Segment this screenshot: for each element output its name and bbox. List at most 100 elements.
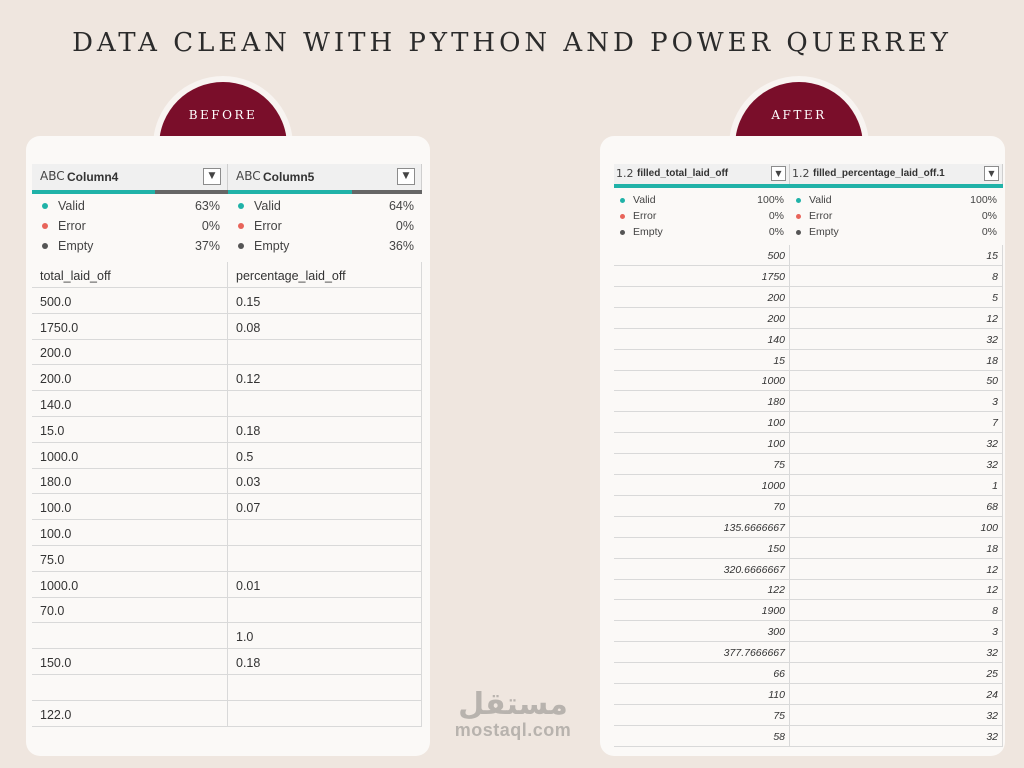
table-cell[interactable] — [228, 339, 422, 366]
table-cell[interactable]: 18 — [790, 349, 1003, 371]
table-cell[interactable]: 1000.0 — [32, 571, 228, 598]
table-cell[interactable]: 32 — [790, 328, 1003, 350]
table-cell[interactable]: 3 — [790, 621, 1003, 643]
filter-dropdown-icon[interactable]: ▼ — [397, 168, 415, 185]
table-cell[interactable]: 377.7666667 — [614, 642, 790, 664]
table-cell[interactable]: 200 — [614, 286, 790, 308]
table-cell[interactable]: 12 — [790, 307, 1003, 329]
stat-value: 100% — [757, 194, 784, 206]
table-cell[interactable]: 1000 — [614, 474, 790, 496]
table-cell[interactable]: 8 — [790, 265, 1003, 287]
table-cell[interactable]: 122.0 — [32, 700, 228, 727]
table-cell[interactable]: 100.0 — [32, 520, 228, 546]
table-cell[interactable]: 32 — [790, 725, 1003, 747]
table-cell[interactable]: 75 — [614, 454, 790, 475]
table-cell[interactable] — [32, 674, 228, 701]
table-cell[interactable]: 180 — [614, 391, 790, 413]
table-cell[interactable]: 100.0 — [32, 494, 228, 521]
filter-dropdown-icon[interactable]: ▼ — [203, 168, 221, 185]
table-cell[interactable]: 200.0 — [32, 339, 228, 366]
table-cell[interactable]: 75 — [614, 704, 790, 726]
filter-dropdown-icon[interactable]: ▼ — [771, 166, 786, 181]
table-cell[interactable]: 50 — [790, 370, 1003, 392]
table-cell[interactable] — [228, 597, 422, 624]
header-value-cell[interactable]: total_laid_off — [32, 262, 228, 288]
stat-row-valid: Valid 100% — [790, 193, 1003, 209]
filter-dropdown-icon[interactable]: ▼ — [984, 166, 999, 181]
stat-value: 0% — [981, 226, 997, 238]
table-cell[interactable]: 70 — [614, 495, 790, 517]
table-cell[interactable]: 24 — [790, 683, 1003, 705]
table-cell[interactable] — [228, 545, 422, 572]
table-cell[interactable]: 15.0 — [32, 416, 228, 443]
table-cell[interactable]: 0.18 — [228, 649, 422, 675]
table-cell[interactable]: 32 — [790, 433, 1003, 455]
table-cell[interactable]: 0.07 — [228, 494, 422, 521]
table-cell[interactable]: 500.0 — [32, 287, 228, 314]
table-cell[interactable]: 15 — [790, 245, 1003, 266]
table-cell[interactable]: 75.0 — [32, 545, 228, 572]
valid-dot-icon — [42, 203, 48, 209]
table-cell[interactable]: 68 — [790, 495, 1003, 517]
table-cell[interactable]: 3 — [790, 391, 1003, 413]
table-cell[interactable]: 100 — [614, 433, 790, 455]
table-cell[interactable]: 8 — [790, 600, 1003, 622]
table-cell[interactable]: 122 — [614, 579, 790, 601]
table-cell[interactable] — [228, 700, 422, 727]
table-cell[interactable]: 7 — [790, 412, 1003, 434]
column-header-column5[interactable]: ABC Column5 ▼ — [228, 164, 422, 190]
table-cell[interactable]: 1 — [790, 474, 1003, 496]
table-cell[interactable]: 0.15 — [228, 287, 422, 314]
empty-bar — [352, 190, 422, 194]
table-cell[interactable] — [228, 520, 422, 546]
table-cell[interactable]: 32 — [790, 642, 1003, 664]
table-cell[interactable]: 1000 — [614, 370, 790, 392]
table-cell[interactable]: 0.08 — [228, 313, 422, 340]
table-cell[interactable]: 320.6666667 — [614, 558, 790, 580]
table-cell[interactable]: 25 — [790, 663, 1003, 684]
table-cell[interactable]: 200.0 — [32, 365, 228, 392]
table-cell[interactable]: 100 — [614, 412, 790, 434]
table-cell[interactable]: 110 — [614, 683, 790, 705]
table-cell[interactable]: 140 — [614, 328, 790, 350]
table-cell[interactable]: 150 — [614, 537, 790, 559]
table-cell[interactable]: 140.0 — [32, 391, 228, 417]
page-title: DATA CLEAN WITH PYTHON AND POWER QUERREY — [72, 28, 952, 58]
table-cell[interactable]: 500 — [614, 245, 790, 266]
column-header-filled-total-laid-off[interactable]: 1.2 filled_total_laid_off ▼ — [614, 164, 790, 184]
table-cell[interactable]: 1750.0 — [32, 313, 228, 340]
table-cell[interactable]: 0.01 — [228, 571, 422, 598]
table-cell[interactable]: 12 — [790, 558, 1003, 580]
table-cell[interactable]: 0.5 — [228, 442, 422, 469]
table-cell[interactable]: 135.6666667 — [614, 516, 790, 538]
table-cell[interactable]: 1750 — [614, 265, 790, 287]
table-cell[interactable]: 0.03 — [228, 468, 422, 495]
table-cell[interactable]: 300 — [614, 621, 790, 643]
table-cell[interactable]: 200 — [614, 307, 790, 329]
table-cell[interactable]: 5 — [790, 286, 1003, 308]
table-cell[interactable]: 150.0 — [32, 649, 228, 675]
column-header-filled-percentage-laid-off-1[interactable]: 1.2 filled_percentage_laid_off.1 ▼ — [790, 164, 1003, 184]
table-cell[interactable]: 70.0 — [32, 597, 228, 624]
table-cell[interactable]: 1.0 — [228, 623, 422, 650]
table-cell[interactable] — [228, 674, 422, 701]
table-cell[interactable]: 1900 — [614, 600, 790, 622]
stat-row-error: Error 0% — [790, 209, 1003, 225]
stat-label: Error — [254, 219, 282, 233]
table-cell[interactable]: 18 — [790, 537, 1003, 559]
table-cell[interactable] — [228, 391, 422, 417]
table-cell[interactable]: 58 — [614, 725, 790, 747]
table-cell[interactable]: 100 — [790, 516, 1003, 538]
table-cell[interactable]: 32 — [790, 454, 1003, 475]
table-cell[interactable]: 15 — [614, 349, 790, 371]
table-cell[interactable]: 12 — [790, 579, 1003, 601]
table-cell[interactable]: 180.0 — [32, 468, 228, 495]
table-cell[interactable] — [32, 623, 228, 650]
table-cell[interactable]: 32 — [790, 704, 1003, 726]
table-cell[interactable]: 0.12 — [228, 365, 422, 392]
table-cell[interactable]: 1000.0 — [32, 442, 228, 469]
header-value-cell[interactable]: percentage_laid_off — [228, 262, 422, 288]
column-header-column4[interactable]: ABC Column4 ▼ — [32, 164, 228, 190]
table-cell[interactable]: 0.18 — [228, 416, 422, 443]
table-cell[interactable]: 66 — [614, 663, 790, 684]
